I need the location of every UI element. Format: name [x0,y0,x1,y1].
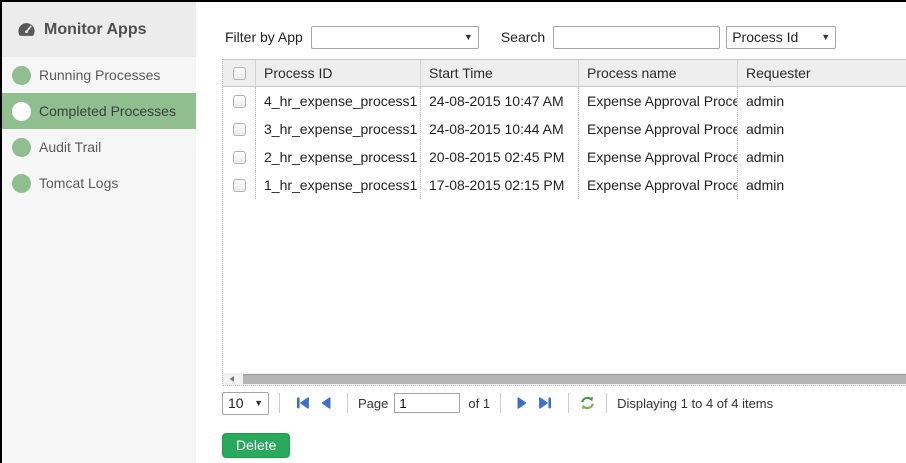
sidebar-item-running-processes[interactable]: Running Processes [2,57,196,93]
column-header-process-id[interactable]: Process ID [256,60,421,86]
sidebar-item-tomcat-logs[interactable]: Tomcat Logs [2,165,196,201]
refresh-icon [579,395,596,411]
process-name-cell: Expense Approval Process [579,87,738,115]
row-checkbox[interactable] [233,95,246,108]
row-checkbox[interactable] [233,179,246,192]
app-window: Monitor Apps Running Processes Completed… [0,0,906,463]
search-input[interactable] [553,26,720,49]
sidebar-item-label: Completed Processes [39,103,176,119]
table-header-row: Process ID Start Time Process name Reque… [223,59,906,87]
sidebar-item-completed-processes[interactable]: Completed Processes [2,93,196,129]
pager-separator [606,393,607,413]
table-row[interactable]: 4_hr_expense_process1 24-08-2015 10:47 A… [223,87,906,115]
sidebar-item-audit-trail[interactable]: Audit Trail [2,129,196,165]
page-size-select[interactable]: 10 [222,392,269,415]
scroll-left-icon [228,375,236,383]
process-id-cell: 3_hr_expense_process1 [256,115,421,143]
green-dot-icon [12,66,31,85]
next-page-button[interactable] [511,396,533,410]
search-field-select[interactable]: Process Id [726,26,836,49]
filter-by-app-label: Filter by App [225,29,303,45]
filter-by-app-select[interactable] [311,26,479,49]
page-number-input[interactable] [394,393,460,413]
start-time-cell: 20-08-2015 02:45 PM [421,143,579,171]
scrollbar-thumb[interactable] [243,374,906,384]
requester-cell: admin [738,87,906,115]
prev-page-icon [320,396,332,410]
scrollbar-track[interactable] [240,373,906,385]
dashboard-icon [17,21,36,38]
table-empty-area [223,199,906,373]
first-page-button[interactable] [290,396,315,410]
process-name-cell: Expense Approval Process [579,115,738,143]
start-time-cell: 24-08-2015 10:47 AM [421,87,579,115]
process-id-cell: 2_hr_expense_process1 [256,143,421,171]
white-dot-icon [12,102,31,121]
sidebar-item-label: Running Processes [39,67,160,83]
filter-toolbar: Filter by App ▼ Search Process Id ▼ [222,26,906,48]
prev-page-button[interactable] [315,396,337,410]
pager-separator [279,393,280,413]
last-page-icon [538,396,553,410]
column-header-start-time[interactable]: Start Time [421,60,579,86]
scroll-left-button[interactable] [223,373,240,385]
table-row[interactable]: 1_hr_expense_process1 17-08-2015 02:15 P… [223,171,906,199]
process-id-cell: 1_hr_expense_process1 [256,171,421,199]
pager-bar: 10 ▼ Page of 1 [222,390,906,416]
sidebar-item-label: Tomcat Logs [39,175,118,191]
sidebar-header: Monitor Apps [2,2,196,57]
page-label: Page [358,396,388,411]
pager-status-text: Displaying 1 to 4 of 4 items [617,396,773,411]
search-label: Search [501,29,545,45]
delete-button[interactable]: Delete [222,433,290,458]
process-id-cell: 4_hr_expense_process1 [256,87,421,115]
select-all-cell [223,60,256,86]
process-name-cell: Expense Approval Process [579,143,738,171]
pager-separator [347,393,348,413]
refresh-button[interactable] [579,395,596,411]
page-count-label: of 1 [468,396,490,411]
table-row[interactable]: 3_hr_expense_process1 24-08-2015 10:44 A… [223,115,906,143]
pager-separator [500,393,501,413]
start-time-cell: 24-08-2015 10:44 AM [421,115,579,143]
requester-cell: admin [738,171,906,199]
main-content: Filter by App ▼ Search Process Id ▼ Proc… [196,2,906,463]
first-page-icon [295,396,310,410]
pager-separator [568,393,569,413]
column-header-requester[interactable]: Requester [738,60,906,86]
column-header-process-name[interactable]: Process name [579,60,738,86]
process-name-cell: Expense Approval Process [579,171,738,199]
next-page-icon [516,396,528,410]
horizontal-scrollbar[interactable] [223,373,906,386]
row-checkbox[interactable] [233,151,246,164]
green-dot-icon [12,174,31,193]
last-page-button[interactable] [533,396,558,410]
requester-cell: admin [738,143,906,171]
start-time-cell: 17-08-2015 02:15 PM [421,171,579,199]
sidebar-item-label: Audit Trail [39,139,101,155]
requester-cell: admin [738,115,906,143]
table-row[interactable]: 2_hr_expense_process1 20-08-2015 02:45 P… [223,143,906,171]
green-dot-icon [12,138,31,157]
row-checkbox[interactable] [233,123,246,136]
select-all-checkbox[interactable] [233,67,246,80]
process-table: Process ID Start Time Process name Reque… [222,59,906,386]
sidebar: Monitor Apps Running Processes Completed… [2,2,196,463]
sidebar-title: Monitor Apps [44,21,147,39]
